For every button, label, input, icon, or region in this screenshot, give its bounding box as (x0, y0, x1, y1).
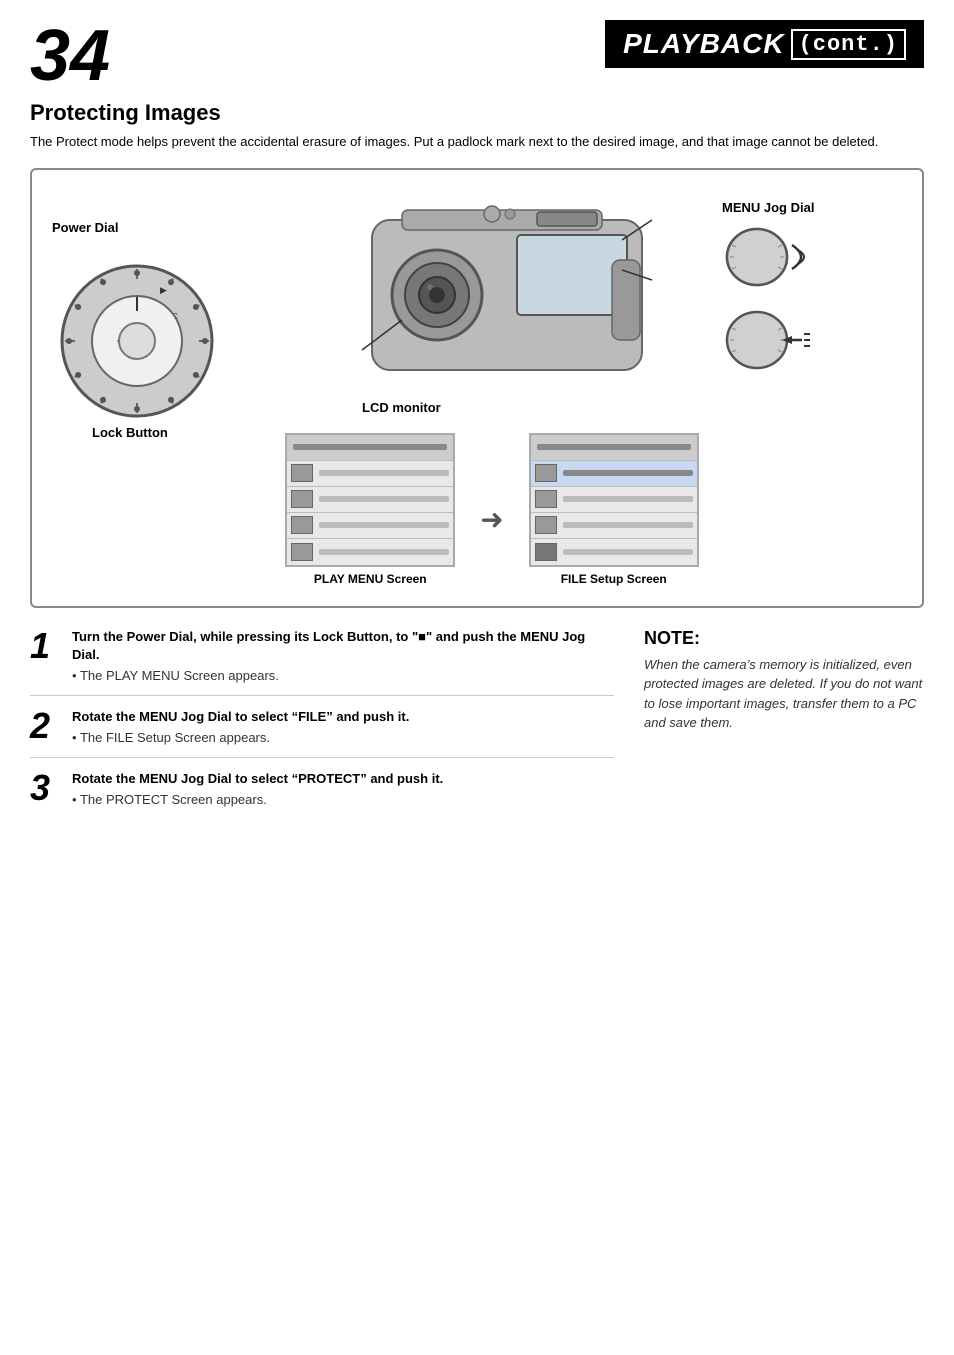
line-4 (319, 549, 449, 555)
thumb-1 (291, 464, 313, 482)
file-setup-row-4 (531, 539, 697, 565)
file-setup-header-row (531, 435, 697, 461)
steps-left: 1 Turn the Power Dial, while pressing it… (30, 628, 614, 832)
step-3-number: 3 (30, 770, 62, 806)
play-menu-row-3 (287, 513, 453, 539)
step-1-main: Turn the Power Dial, while pressing its … (72, 628, 614, 664)
jog-dial-lower (722, 308, 902, 373)
thumb-f2 (535, 490, 557, 508)
line-f1 (563, 470, 693, 476)
thumb-4 (291, 543, 313, 561)
file-setup-screen (529, 433, 699, 567)
step-1: 1 Turn the Power Dial, while pressing it… (30, 628, 614, 696)
thumb-f3 (535, 516, 557, 534)
file-setup-row-3 (531, 513, 697, 539)
thumb-3 (291, 516, 313, 534)
line-1 (319, 470, 449, 476)
play-menu-screen (285, 433, 455, 567)
step-1-content: Turn the Power Dial, while pressing its … (72, 628, 614, 683)
line-f3 (563, 522, 693, 528)
section-title: Protecting Images (30, 100, 924, 126)
step-2: 2 Rotate the MENU Jog Dial to select “FI… (30, 708, 614, 758)
step-3-sub: The PROTECT Screen appears. (72, 792, 614, 807)
file-setup-screen-label: FILE Setup Screen (561, 572, 667, 586)
note-text: When the camera’s memory is initialized,… (644, 655, 924, 733)
power-dial-label: Power Dial (52, 220, 262, 235)
page-header: 34 PLAYBACK (cont.) (30, 20, 924, 92)
page-number: 34 (30, 20, 110, 92)
play-menu-screen-label: PLAY MENU Screen (314, 572, 427, 586)
thumb-f1 (535, 464, 557, 482)
step-2-content: Rotate the MENU Jog Dial to select “FILE… (72, 708, 614, 745)
step-1-number: 1 (30, 628, 62, 664)
diagram-box: Power Dial (30, 168, 924, 608)
step-3-content: Rotate the MENU Jog Dial to select “PROT… (72, 770, 614, 807)
play-menu-header-row (287, 435, 453, 461)
note-box: NOTE: When the camera’s memory is initia… (644, 628, 924, 832)
line-f4 (563, 549, 693, 555)
playback-title: PLAYBACK (623, 28, 784, 60)
jog-dial-upper-svg (722, 225, 812, 290)
thumb-2 (291, 490, 313, 508)
diagram-inner: Power Dial (52, 190, 902, 586)
play-menu-row-1 (287, 461, 453, 487)
line-3 (319, 522, 449, 528)
page-title-bar: PLAYBACK (cont.) (605, 20, 924, 68)
step-3: 3 Rotate the MENU Jog Dial to select “PR… (30, 770, 614, 819)
play-menu-row-2 (287, 487, 453, 513)
lcd-monitor-label: LCD monitor (362, 400, 441, 415)
play-menu-screen-container: PLAY MENU Screen (285, 433, 455, 586)
note-title: NOTE: (644, 628, 924, 649)
jog-dial-upper (722, 225, 902, 290)
svg-text:▶: ▶ (160, 285, 167, 295)
screens-row: PLAY MENU Screen ➜ (285, 433, 698, 586)
steps-area: 1 Turn the Power Dial, while pressing it… (30, 628, 924, 832)
line-f2 (563, 496, 693, 502)
step-2-sub: The FILE Setup Screen appears. (72, 730, 614, 745)
step-2-number: 2 (30, 708, 62, 744)
step-3-main: Rotate the MENU Jog Dial to select “PROT… (72, 770, 614, 788)
camera-body-svg (322, 190, 662, 410)
jog-dial-lower-svg (722, 308, 812, 373)
file-setup-row-1 (531, 461, 697, 487)
diag-center: LCD monitor (262, 190, 722, 586)
arrow-symbol: ➜ (480, 483, 503, 536)
step-1-sub: The PLAY MENU Screen appears. (72, 668, 614, 683)
step-2-main: Rotate the MENU Jog Dial to select “FILE… (72, 708, 614, 726)
intro-text: The Protect mode helps prevent the accid… (30, 132, 924, 152)
menu-jog-dial-label: MENU Jog Dial (722, 200, 902, 215)
power-dial-svg: ▶ C A (52, 241, 222, 421)
line-2 (319, 496, 449, 502)
play-menu-row-4 (287, 539, 453, 565)
lock-button-label: Lock Button (92, 425, 262, 440)
file-setup-screen-container: FILE Setup Screen (529, 433, 699, 586)
diag-left: Power Dial (52, 190, 262, 586)
thumb-f4 (535, 543, 557, 561)
cont-label: (cont.) (791, 29, 906, 60)
file-setup-row-2 (531, 487, 697, 513)
diag-right: MENU Jog Dial (722, 190, 902, 586)
